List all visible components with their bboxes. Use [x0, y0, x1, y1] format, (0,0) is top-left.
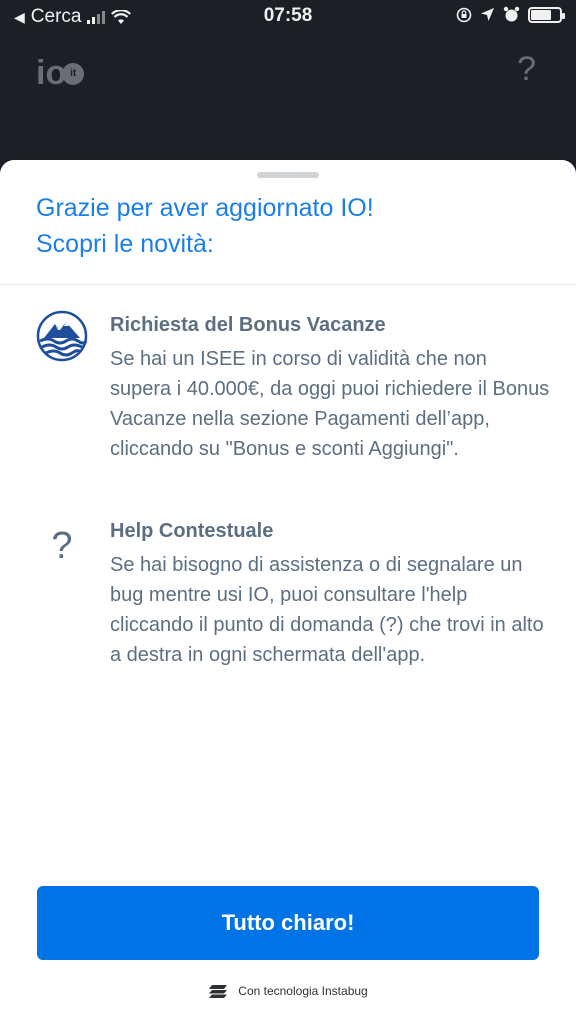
alarm-icon [503, 6, 520, 22]
status-right [456, 6, 565, 23]
sheet-title: Grazie per aver aggiornato IO! Scopri le… [36, 190, 536, 262]
location-icon [481, 8, 494, 21]
help-icon[interactable]: ? [517, 50, 536, 89]
feature-help-contestuale: ? Help Contestuale Se hai bisogno di ass… [36, 516, 546, 696]
io-logo-badge: it [62, 62, 85, 85]
status-bar: ◀ Cerca 07:58 [0, 0, 576, 34]
feature-title: Richiesta del Bonus Vacanze [110, 314, 386, 336]
sheet-title-line1: Grazie per aver aggiornato IO! [36, 194, 374, 222]
battery-icon [528, 6, 565, 23]
feature-bonus-vacanze: Richiesta del Bonus Vacanze Se hai un IS… [36, 310, 549, 490]
sheet-grabber[interactable] [257, 172, 319, 178]
question-mark-icon: ? [51, 525, 73, 567]
rotation-lock-icon [456, 7, 472, 22]
divider [0, 284, 576, 285]
io-logo: io it [36, 54, 85, 93]
whats-new-sheet: Grazie per aver aggiornato IO! Scopri le… [0, 160, 576, 1024]
feature-description: Se hai bisogno di assistenza o di segnal… [110, 554, 544, 666]
app-header: io it ? [0, 40, 576, 150]
confirm-button[interactable]: Tutto chiaro! [37, 886, 539, 960]
powered-by: Con tecnologia Instabug [0, 984, 576, 998]
powered-by-label: Con tecnologia Instabug [238, 984, 368, 998]
bonus-vacanze-icon [36, 310, 88, 362]
sheet-title-line2: Scopri le novità: [36, 230, 214, 258]
feature-description: Se hai un ISEE in corso di validità che … [110, 348, 550, 460]
feature-title: Help Contestuale [110, 520, 274, 542]
instabug-logo-icon [209, 985, 228, 998]
